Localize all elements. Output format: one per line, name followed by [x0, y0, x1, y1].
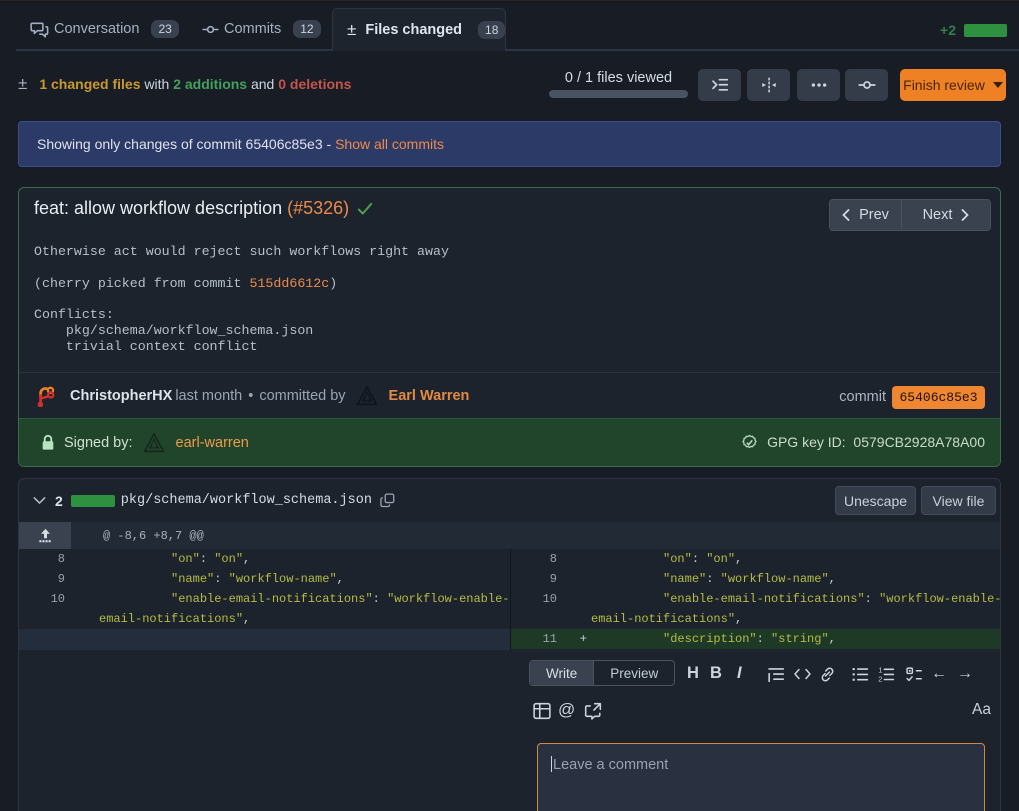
svg-text:1: 1: [878, 667, 882, 674]
svg-text:2: 2: [878, 675, 882, 682]
